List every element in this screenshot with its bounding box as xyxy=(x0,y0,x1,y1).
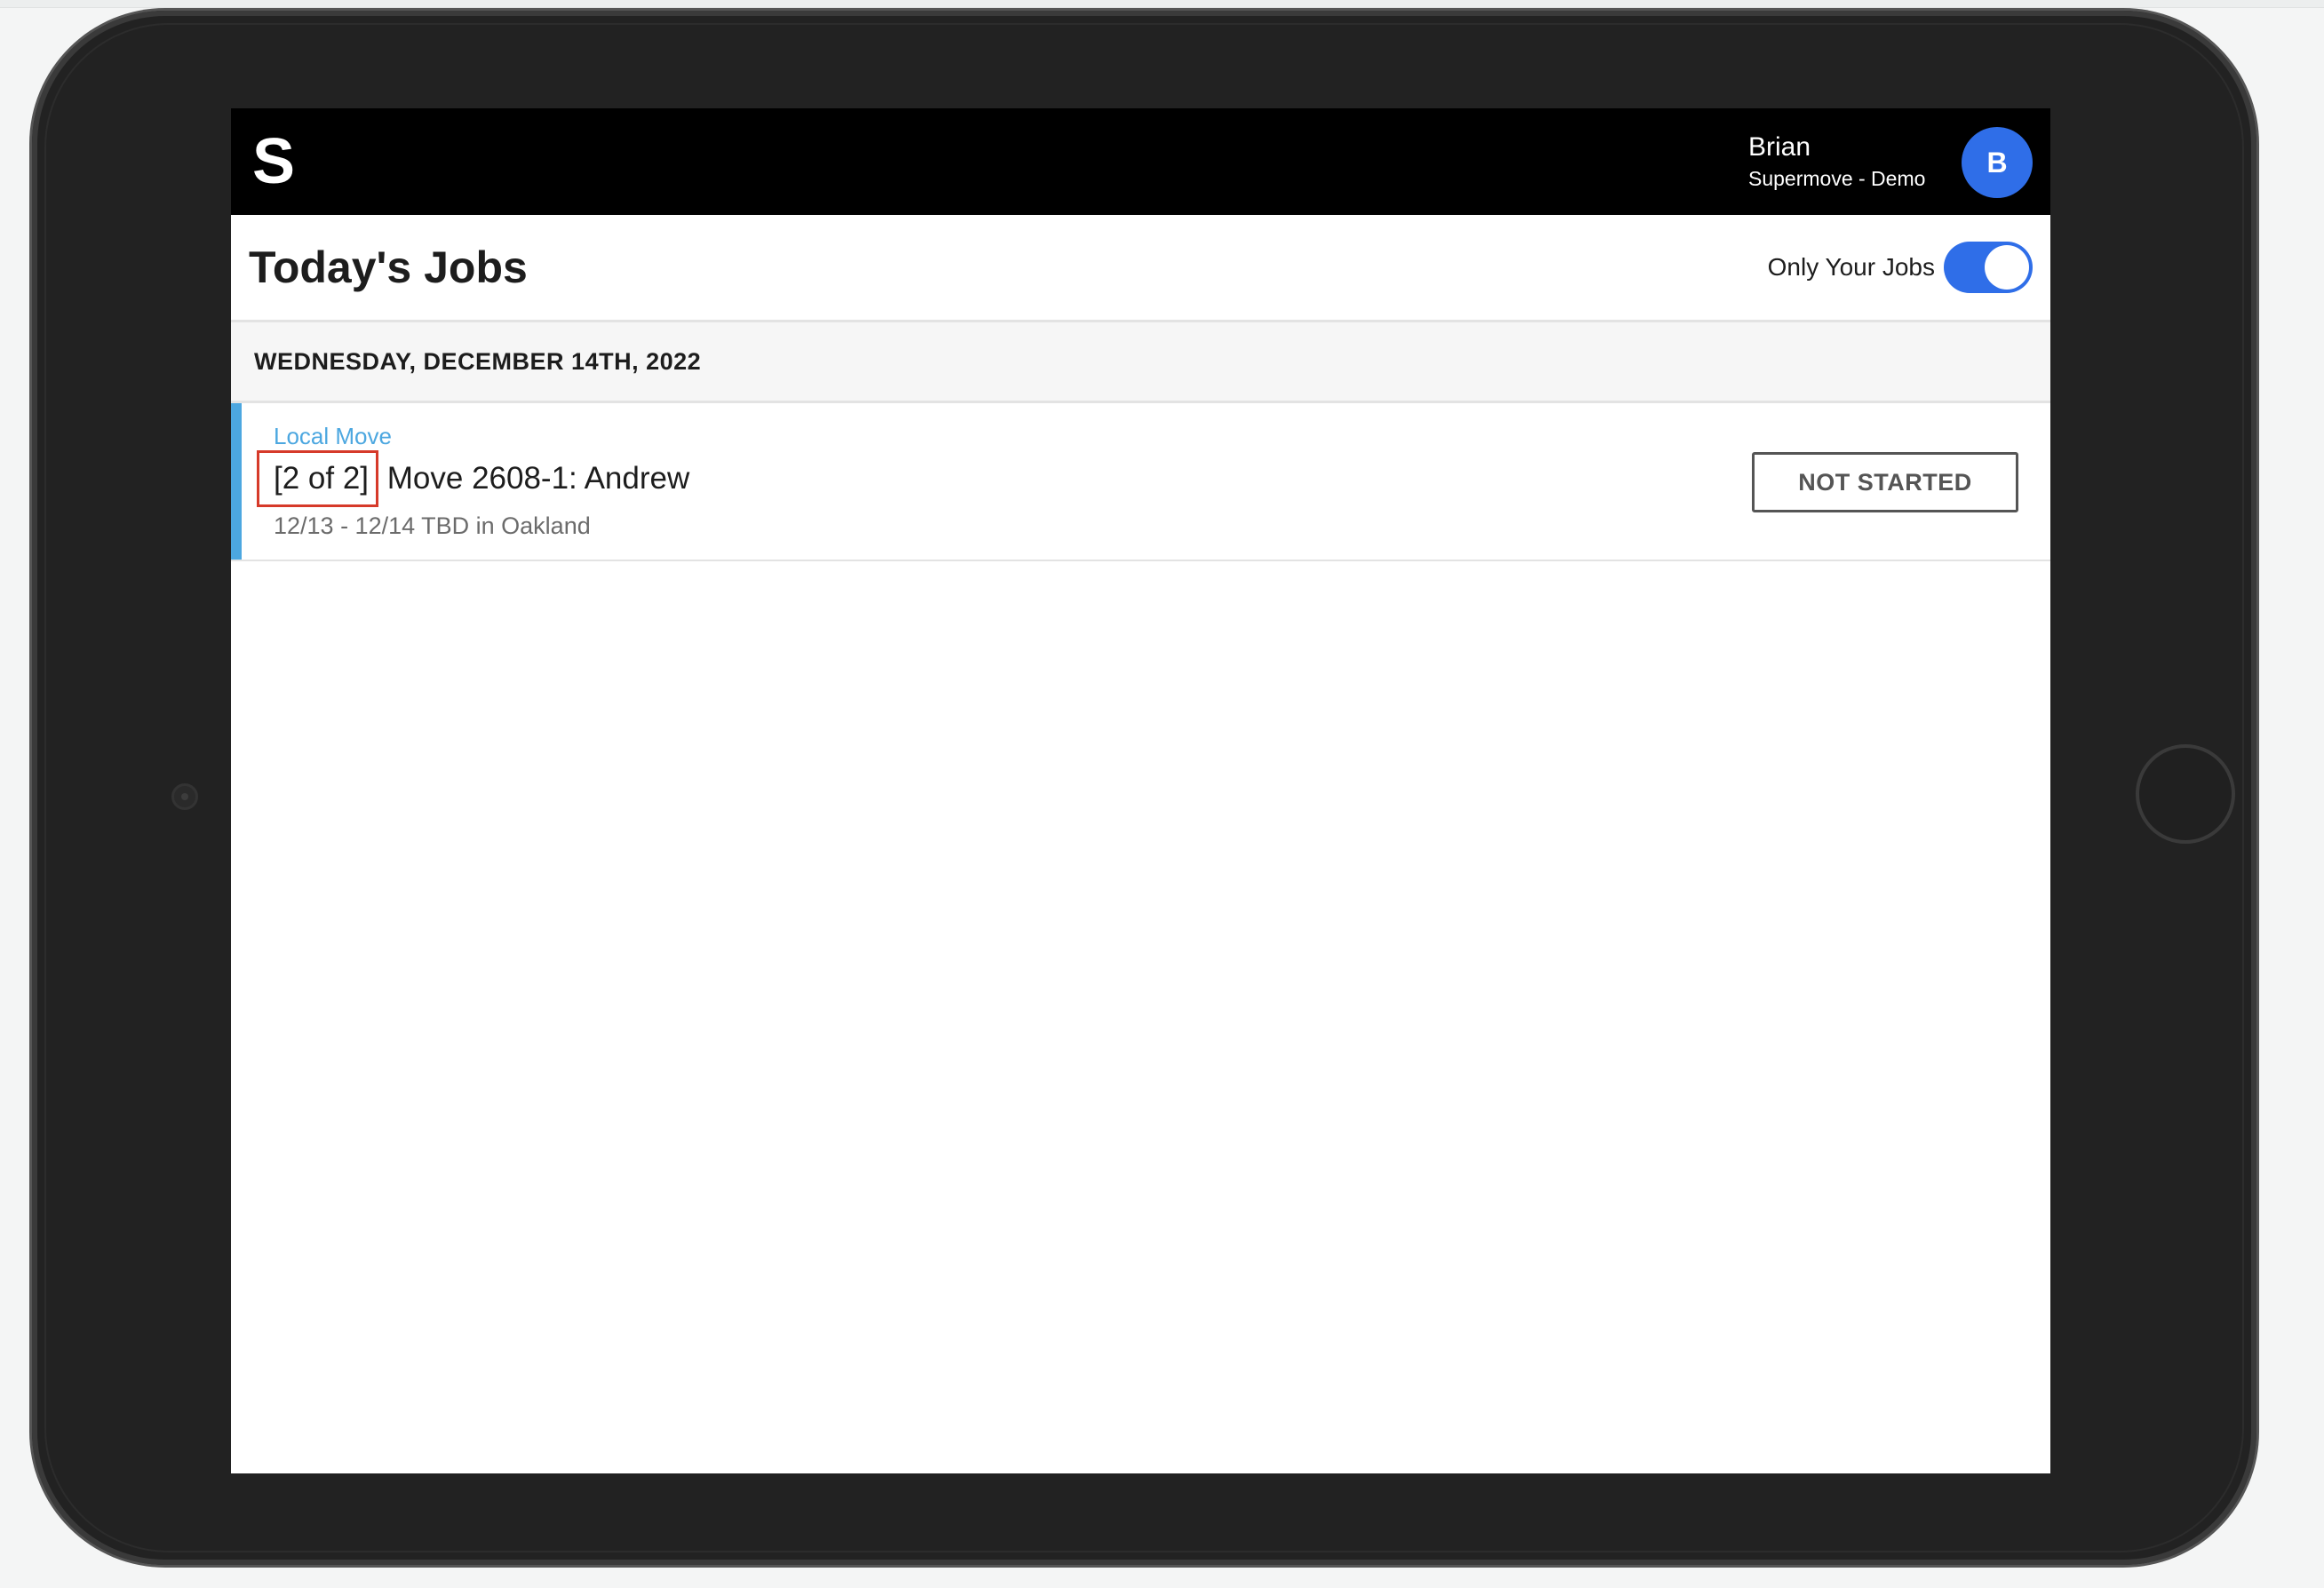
job-status-button[interactable]: NOT STARTED xyxy=(1752,452,2018,512)
app-logo[interactable]: S xyxy=(252,124,323,199)
page-title: Today's Jobs xyxy=(249,242,528,292)
job-accent-bar xyxy=(231,403,242,560)
camera-icon xyxy=(171,783,198,810)
only-your-jobs-toggle[interactable] xyxy=(1944,242,2033,293)
job-title-line: [2 of 2] Move 2608-1: Andrew xyxy=(257,450,690,507)
user-organization: Supermove - Demo xyxy=(1748,167,1926,190)
toggle-knob xyxy=(1985,245,2029,290)
app-header: S Brian Supermove - Demo B xyxy=(231,108,2050,215)
title-bar: Today's Jobs Only Your Jobs xyxy=(231,215,2050,322)
app-screen: S Brian Supermove - Demo B Today's Jobs … xyxy=(231,108,2050,1473)
job-date-location: 12/13 - 12/14 TBD in Oakland xyxy=(274,512,591,539)
home-button[interactable] xyxy=(2136,744,2235,844)
user-name: Brian xyxy=(1748,132,1811,162)
job-list-item[interactable]: Local Move [2 of 2] Move 2608-1: Andrew … xyxy=(231,403,2050,561)
only-your-jobs-label: Only Your Jobs xyxy=(1767,253,1935,281)
date-label: WEDNESDAY, DECEMBER 14TH, 2022 xyxy=(254,348,702,375)
date-section-header: WEDNESDAY, DECEMBER 14TH, 2022 xyxy=(231,322,2050,403)
job-type-label: Local Move xyxy=(274,423,392,449)
job-sequence-label: [2 of 2] xyxy=(257,450,379,507)
top-divider xyxy=(0,0,2324,8)
avatar[interactable]: B xyxy=(1962,127,2033,198)
job-title: Move 2608-1: Andrew xyxy=(386,461,690,496)
